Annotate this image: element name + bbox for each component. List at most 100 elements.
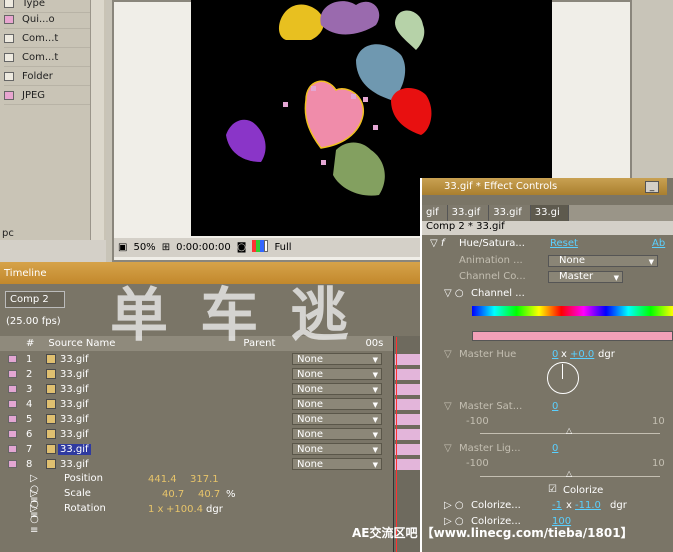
scale-y[interactable]: 40.7 [198, 489, 220, 500]
layer-bar[interactable] [395, 354, 420, 365]
project-item[interactable]: Qui...o [4, 10, 90, 29]
tab-33gif[interactable]: 33.gif [447, 205, 490, 221]
comp-icon [4, 52, 14, 62]
table-row[interactable]: 5 33.gif None [0, 412, 400, 427]
label-color-chip[interactable] [8, 430, 17, 438]
parent-select[interactable]: None [292, 383, 382, 396]
label-color-chip[interactable] [8, 415, 17, 423]
col-source-name: Source Name [48, 338, 116, 349]
label-color-chip[interactable] [8, 460, 17, 468]
tab-gif[interactable]: gif [422, 205, 448, 221]
master-hue-revolutions[interactable]: 0 [552, 349, 558, 360]
tab-comp-2[interactable]: Comp 2 [5, 291, 65, 308]
master-saturation-value[interactable]: 0 [552, 401, 558, 412]
current-time-indicator[interactable] [396, 337, 397, 552]
fps-label: (25.00 fps) [6, 316, 61, 327]
colorize-hue-revolutions[interactable]: -1 [552, 500, 562, 511]
layer-bar[interactable] [395, 459, 420, 470]
colorize-hue-degrees[interactable]: -11.0 [575, 500, 601, 511]
layer-bar[interactable] [395, 444, 420, 455]
expand-arrow-icon[interactable]: ▷ ○ [444, 500, 464, 511]
layer-name[interactable]: 33.gif [60, 429, 89, 440]
stopwatch-icon[interactable]: ▽ ○ [444, 288, 464, 299]
table-row[interactable]: 7 33.gif None [0, 442, 400, 457]
master-lightness-value[interactable]: 0 [552, 443, 558, 454]
table-row[interactable]: 1 33.gif None [0, 352, 400, 367]
colorize-checkbox[interactable]: ☑ [548, 484, 557, 495]
label-color-chip[interactable] [8, 445, 17, 453]
table-row[interactable]: 6 33.gif None [0, 427, 400, 442]
layer-name[interactable]: 33.gif [60, 384, 89, 395]
channel-range-spectrum[interactable] [472, 306, 673, 316]
channel-range-output[interactable] [472, 331, 673, 341]
table-row[interactable]: 3 33.gif None [0, 382, 400, 397]
camera-icon[interactable]: ◙ [237, 242, 247, 253]
times-sign: x [561, 349, 567, 360]
layer-name[interactable]: 33.gif [60, 414, 89, 425]
parent-select[interactable]: None [292, 368, 382, 381]
position-y[interactable]: 317.1 [190, 474, 219, 485]
label-color-chip[interactable] [8, 355, 17, 363]
project-item[interactable]: Folder [4, 67, 90, 86]
layer-bar[interactable] [395, 369, 420, 380]
slider-thumb[interactable]: △ [566, 426, 572, 435]
layer-bar[interactable] [395, 399, 420, 410]
expand-arrow-icon[interactable]: ▽ [444, 401, 452, 412]
project-scrollbar[interactable] [90, 0, 104, 240]
table-row[interactable]: 2 33.gif None [0, 367, 400, 382]
layer-name[interactable]: 33.gif [60, 354, 89, 365]
label-color-chip[interactable] [8, 385, 17, 393]
hue-dial[interactable] [547, 362, 579, 394]
table-row[interactable]: 4 33.gif None [0, 397, 400, 412]
expand-arrow-icon[interactable]: ▽ [444, 349, 452, 360]
parent-select[interactable]: None [292, 353, 382, 366]
parent-select[interactable]: None [292, 458, 382, 471]
layer-name[interactable]: 33.gif [60, 399, 89, 410]
tab-33gif[interactable]: 33.gif [489, 205, 531, 221]
parent-select[interactable]: None [292, 443, 382, 456]
layer-name[interactable]: 33.gif [60, 369, 89, 380]
parent-select[interactable]: None [292, 428, 382, 441]
animation-select[interactable]: None [548, 255, 658, 267]
grid-icon[interactable]: ⊞ [162, 242, 170, 253]
project-item[interactable]: Com...t [4, 48, 90, 67]
rotation-degrees[interactable]: +100.4 [166, 504, 203, 515]
master-hue-degrees[interactable]: +0.0 [570, 349, 594, 360]
colorize-hue-unit: dgr [610, 500, 627, 511]
channel-control-select[interactable]: Master [548, 271, 623, 283]
expand-arrow-icon[interactable]: ▷ ○ ≡ [30, 503, 39, 536]
label-color-chip[interactable] [8, 370, 17, 378]
region-icon[interactable]: ▣ [118, 242, 127, 253]
effect-expand-icon[interactable]: ▽ f [430, 238, 444, 249]
expand-arrow-icon[interactable]: ▽ [444, 443, 452, 454]
colorize-label: Colorize [563, 485, 604, 496]
project-item[interactable]: JPEG [4, 86, 90, 105]
gif-icon [46, 459, 56, 469]
times-sign: x [566, 500, 572, 511]
reset-link[interactable]: Reset [550, 238, 578, 249]
project-item[interactable]: Com...t [4, 29, 90, 48]
scale-x[interactable]: 40.7 [162, 489, 184, 500]
label-color-chip[interactable] [8, 400, 17, 408]
zoom-select[interactable]: 50% [133, 242, 155, 253]
layer-bar[interactable] [395, 384, 420, 395]
table-row[interactable]: 8 33.gif None [0, 457, 400, 472]
minimize-icon[interactable]: _ [645, 181, 659, 193]
rotation-revolutions[interactable]: 1 x [148, 504, 163, 515]
parent-select[interactable]: None [292, 398, 382, 411]
master-saturation-label: Master Sat... [459, 401, 523, 412]
channels-icon[interactable] [252, 240, 269, 255]
gif-icon [46, 429, 56, 439]
position-x[interactable]: 441.4 [148, 474, 177, 485]
lavender-heart [320, 1, 380, 35]
timecode[interactable]: 0:00:00:00 [176, 242, 231, 253]
resolution-select[interactable]: Full [274, 242, 291, 253]
parent-select[interactable]: None [292, 413, 382, 426]
layer-name[interactable]: 33.gif [60, 459, 89, 470]
tab-33gif-active[interactable]: 33.gi [530, 205, 569, 221]
slider-thumb[interactable]: △ [566, 469, 572, 478]
about-link[interactable]: Ab [652, 238, 665, 249]
layer-bar[interactable] [395, 429, 420, 440]
layer-name-selected[interactable]: 33.gif [58, 444, 91, 455]
layer-bar[interactable] [395, 414, 420, 425]
